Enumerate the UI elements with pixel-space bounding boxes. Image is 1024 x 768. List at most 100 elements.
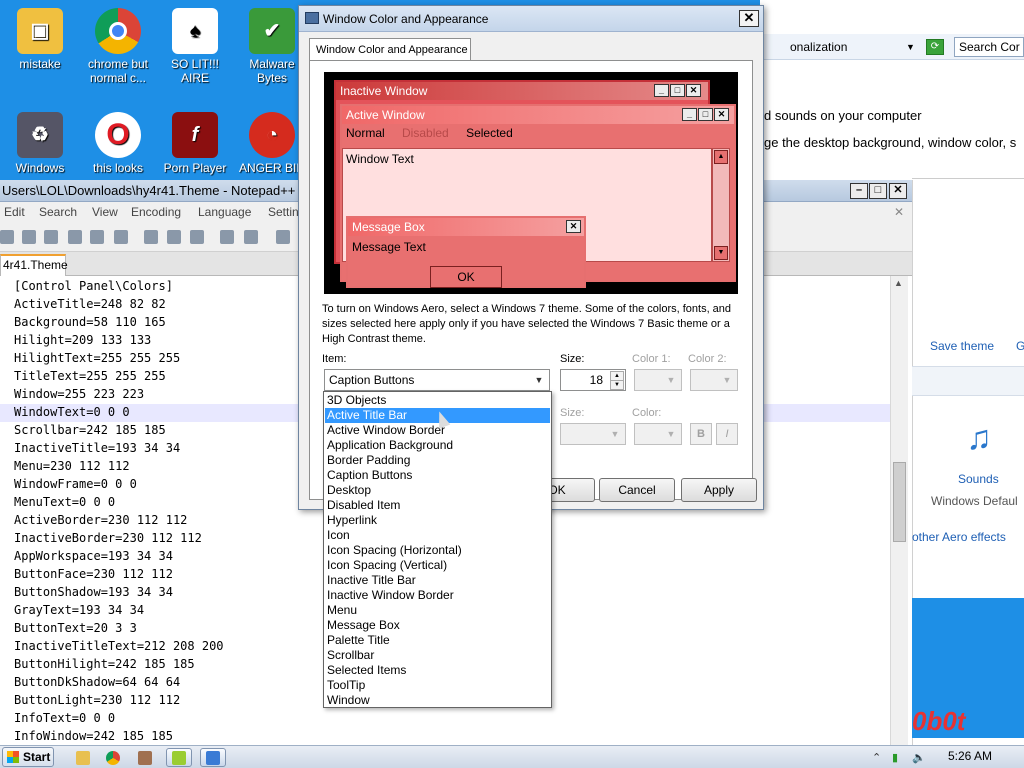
- dropdown-option[interactable]: Hyperlink: [325, 513, 550, 528]
- close-all-icon[interactable]: [90, 230, 104, 244]
- font-size-select[interactable]: ▼: [560, 423, 626, 445]
- font-color-select[interactable]: ▼: [634, 423, 682, 445]
- editor-line[interactable]: Background=58 110 165: [14, 315, 166, 329]
- save-theme-link[interactable]: Save theme: [930, 339, 994, 353]
- editor-line[interactable]: [Control Panel\Colors]: [14, 279, 173, 293]
- desktop-icon-chrome[interactable]: chrome but normal c...: [80, 8, 156, 85]
- tab-theme-file[interactable]: 4r41.Theme: [0, 254, 68, 276]
- chevron-up-icon[interactable]: ⌃: [872, 751, 881, 764]
- editor-line[interactable]: ButtonDkShadow=64 64 64: [14, 675, 180, 689]
- dropdown-option[interactable]: Icon Spacing (Vertical): [325, 558, 550, 573]
- music-notes-icon[interactable]: ♫: [956, 416, 1002, 460]
- preview-scrollbar[interactable]: ▲ ▼: [712, 148, 730, 262]
- maximize-button[interactable]: □: [869, 183, 887, 199]
- menu-edit[interactable]: Edit: [4, 205, 25, 219]
- close-button[interactable]: ✕: [889, 183, 907, 199]
- close-button[interactable]: ✕: [739, 10, 759, 27]
- taskbar-folder[interactable]: [70, 748, 96, 767]
- undo-icon[interactable]: [220, 230, 234, 244]
- editor-line[interactable]: WindowFrame=0 0 0: [14, 477, 137, 491]
- paste-icon[interactable]: [190, 230, 204, 244]
- cancel-button[interactable]: Cancel: [599, 478, 675, 502]
- menu-view[interactable]: View: [92, 205, 118, 219]
- editor-line[interactable]: ButtonText=20 3 3: [14, 621, 137, 635]
- taskbar-app[interactable]: [132, 748, 158, 767]
- taskbar-personalization[interactable]: [200, 748, 226, 767]
- menu-search[interactable]: Search: [39, 205, 77, 219]
- dropdown-option[interactable]: Inactive Window Border: [325, 588, 550, 603]
- editor-line[interactable]: AppWorkspace=193 34 34: [14, 549, 173, 563]
- italic-button[interactable]: I: [716, 423, 738, 445]
- cut-icon[interactable]: [144, 230, 158, 244]
- desktop-icon-solitaire[interactable]: ♠ SO LIT!!! AIRE: [157, 8, 233, 85]
- editor-line[interactable]: GrayText=193 34 34: [14, 603, 144, 617]
- editor-line[interactable]: Window=255 223 223: [14, 387, 144, 401]
- preview-active-caption[interactable]: Active Window: [342, 106, 734, 124]
- editor-line[interactable]: ButtonHilight=242 185 185: [14, 657, 195, 671]
- battery-icon[interactable]: ▮: [892, 751, 898, 764]
- dropdown-option[interactable]: Scrollbar: [325, 648, 550, 663]
- desktop-icon-recycle[interactable]: ♻ Windows: [2, 112, 78, 175]
- dropdown-option[interactable]: Icon: [325, 528, 550, 543]
- sounds-link[interactable]: Sounds: [958, 472, 999, 486]
- preview-ok-button[interactable]: OK: [430, 266, 502, 288]
- clock[interactable]: 5:26 AM: [948, 749, 992, 763]
- taskbar-chrome[interactable]: [100, 748, 126, 767]
- spin-down-icon[interactable]: ▼: [610, 380, 624, 390]
- preview-menu-selected[interactable]: Selected: [466, 126, 513, 140]
- dropdown-option[interactable]: Icon Spacing (Horizontal): [325, 543, 550, 558]
- editor-line[interactable]: TitleText=255 255 255: [14, 369, 166, 383]
- editor-line[interactable]: HilightText=255 255 255: [14, 351, 180, 365]
- refresh-icon[interactable]: ⟳: [926, 39, 944, 55]
- dropdown-option[interactable]: ToolTip: [325, 678, 550, 693]
- save-icon[interactable]: [22, 230, 36, 244]
- dropdown-option[interactable]: Border Padding: [325, 453, 550, 468]
- apply-button[interactable]: Apply: [681, 478, 757, 502]
- editor-line[interactable]: ButtonShadow=193 34 34: [14, 585, 173, 599]
- editor-line[interactable]: MenuText=0 0 0: [14, 495, 115, 509]
- search-input[interactable]: Search Cor: [954, 37, 1024, 57]
- editor-line[interactable]: Scrollbar=242 185 185: [14, 423, 166, 437]
- editor-line[interactable]: InfoWindow=242 185 185: [14, 729, 173, 743]
- dropdown-option[interactable]: Caption Buttons: [325, 468, 550, 483]
- editor-line[interactable]: InactiveTitleText=212 208 200: [14, 639, 224, 653]
- menu-encoding[interactable]: Encoding: [131, 205, 181, 219]
- editor-line[interactable]: ActiveBorder=230 112 112: [14, 513, 187, 527]
- chevron-down-icon[interactable]: ▼: [906, 42, 915, 52]
- print-icon[interactable]: [114, 230, 128, 244]
- desktop-icon-flash[interactable]: f Porn Player: [157, 112, 233, 175]
- get-themes-link[interactable]: G: [1016, 339, 1024, 353]
- menu-settings[interactable]: Settin: [268, 205, 299, 219]
- dropdown-option[interactable]: Selected Items: [325, 663, 550, 678]
- dropdown-option[interactable]: 3D Objects: [325, 393, 550, 408]
- dropdown-option[interactable]: Inactive Title Bar: [325, 573, 550, 588]
- open-icon[interactable]: [0, 230, 14, 244]
- speaker-icon[interactable]: 🔈: [912, 751, 926, 764]
- dropdown-option[interactable]: Palette Title: [325, 633, 550, 648]
- dropdown-option[interactable]: Application Background: [325, 438, 550, 453]
- find-icon[interactable]: [276, 230, 290, 244]
- desktop-icon-mistake[interactable]: ▣ mistake: [2, 8, 78, 71]
- taskbar-notepad[interactable]: [166, 748, 192, 767]
- preview-menu-normal[interactable]: Normal: [346, 126, 385, 140]
- editor-line[interactable]: InactiveBorder=230 112 112: [14, 531, 202, 545]
- vertical-scrollbar[interactable]: ▲: [890, 276, 908, 745]
- desktop-icon-opera[interactable]: O this looks: [80, 112, 156, 175]
- dropdown-option[interactable]: Window: [325, 693, 550, 708]
- editor-line[interactable]: ButtonLight=230 112 112: [14, 693, 180, 707]
- editor-line[interactable]: Menu=230 112 112: [14, 459, 130, 473]
- scroll-thumb[interactable]: [893, 462, 906, 542]
- color1-select[interactable]: ▼: [634, 369, 682, 391]
- preview-menu-disabled[interactable]: Disabled: [402, 126, 449, 140]
- dialog-titlebar[interactable]: Window Color and Appearance ✕: [299, 6, 763, 32]
- preview-message-box[interactable]: Message Box ✕ Message Text OK: [346, 216, 586, 288]
- bold-button[interactable]: B: [690, 423, 712, 445]
- preview-inactive-caption[interactable]: Inactive Window: [336, 82, 708, 100]
- editor-line[interactable]: InactiveTitle=193 34 34: [14, 441, 180, 455]
- dropdown-option[interactable]: Disabled Item: [325, 498, 550, 513]
- close-file-icon[interactable]: [68, 230, 82, 244]
- minimize-button[interactable]: –: [850, 183, 868, 199]
- scroll-up-icon[interactable]: ▲: [894, 278, 903, 288]
- save-all-icon[interactable]: [44, 230, 58, 244]
- close-doc-icon[interactable]: ✕: [894, 205, 904, 219]
